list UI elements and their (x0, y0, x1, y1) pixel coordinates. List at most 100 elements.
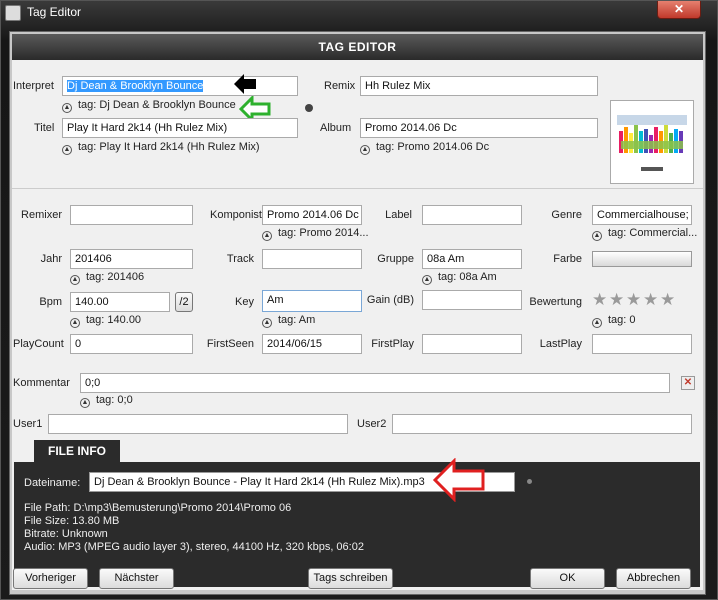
black-arrow-icon (234, 74, 256, 94)
file-bitrate: Bitrate: Unknown (24, 528, 108, 540)
tag-panel: Interpret Dj Dean & Brooklyn Bounce ▲ tag… (12, 60, 703, 590)
key-tag: ▲ tag: Am (262, 314, 316, 328)
bpm-half-button[interactable]: /2 (175, 292, 193, 312)
album-cover-image[interactable] (610, 100, 694, 184)
kommentar-input[interactable]: 0;0 (80, 373, 670, 393)
komponist-label: Komponist (210, 209, 262, 221)
up-arrow-icon[interactable]: ▲ (592, 231, 602, 241)
key-label: Key (235, 296, 254, 308)
previous-button[interactable]: Vorheriger (13, 568, 88, 589)
komponist-input[interactable]: Promo 2014.06 Dc (262, 205, 362, 225)
window-title: Tag Editor (27, 5, 82, 19)
user2-input[interactable] (392, 414, 692, 434)
up-arrow-icon[interactable]: ▲ (360, 145, 370, 155)
rating-stars[interactable]: ★ ★ ★ ★ ★ (592, 291, 682, 309)
tag-editor-window: Tag Editor ✕ TAG EDITOR Interpret Dj Dea… (0, 0, 718, 600)
titel-input[interactable]: Play It Hard 2k14 (Hh Rulez Mix) (62, 118, 298, 138)
bpm-label: Bpm (39, 296, 62, 308)
titel-tag: ▲ tag: Play It Hard 2k14 (Hh Rulez Mix) (62, 141, 260, 155)
playcount-input[interactable]: 0 (70, 334, 193, 354)
up-arrow-icon[interactable]: ▲ (62, 145, 72, 155)
titel-label: Titel (34, 122, 55, 134)
remixer-input[interactable] (70, 205, 193, 225)
firstplay-input[interactable] (422, 334, 522, 354)
window-close-button[interactable]: ✕ (657, 1, 701, 19)
track-label: Track (226, 253, 254, 265)
bewertung-label: Bewertung (529, 296, 582, 308)
client-area: TAG EDITOR Interpret Dj Dean & Brooklyn … (9, 31, 706, 595)
status-dot (527, 479, 532, 484)
album-tag: ▲ tag: Promo 2014.06 Dc (360, 141, 490, 155)
interpret-input[interactable]: Dj Dean & Brooklyn Bounce (62, 76, 298, 96)
app-icon (5, 5, 21, 21)
page-title: TAG EDITOR (12, 34, 703, 60)
remix-label: Remix (324, 80, 356, 92)
file-path: File Path: D:\mp3\Bemusterung\Promo 2014… (24, 502, 292, 514)
gain-input[interactable] (422, 290, 522, 310)
cancel-button[interactable]: Abbrechen (616, 568, 691, 589)
write-tags-button[interactable]: Tags schreiben (308, 568, 393, 589)
album-input[interactable]: Promo 2014.06 Dc (360, 118, 598, 138)
gruppe-tag: ▲ tag: 08a Am (422, 271, 497, 285)
star-icon[interactable]: ★ (609, 291, 624, 308)
up-arrow-icon[interactable]: ▲ (62, 103, 72, 113)
jahr-input[interactable]: 201406 (70, 249, 193, 269)
next-button[interactable]: Nächster (99, 568, 174, 589)
jahr-label: Jahr (40, 253, 62, 265)
status-dot (305, 104, 313, 112)
interpret-label: Interpret (13, 80, 54, 92)
up-arrow-icon[interactable]: ▲ (70, 318, 80, 328)
up-arrow-icon[interactable]: ▲ (592, 318, 602, 328)
jahr-tag: ▲ tag: 201406 (70, 271, 145, 285)
genre-input[interactable]: Commercialhouse; C (592, 205, 692, 225)
firstseen-label: FirstSeen (206, 338, 254, 350)
color-picker[interactable] (592, 251, 692, 267)
up-arrow-icon[interactable]: ▲ (262, 318, 272, 328)
lastplay-label: LastPlay (539, 338, 582, 350)
komponist-tag: ▲ tag: Promo 2014.... (262, 227, 368, 241)
remixer-label: Remixer (21, 209, 62, 221)
gruppe-label: Gruppe (377, 253, 414, 265)
key-input[interactable]: Am (262, 290, 362, 312)
up-arrow-icon[interactable]: ▲ (70, 275, 80, 285)
section-divider (12, 188, 703, 189)
ok-button[interactable]: OK (530, 568, 605, 589)
playcount-label: PlayCount (13, 338, 64, 350)
farbe-label: Farbe (553, 253, 582, 265)
user1-input[interactable] (48, 414, 348, 434)
star-icon[interactable]: ★ (626, 291, 641, 308)
firstseen-input[interactable]: 2014/06/15 (262, 334, 362, 354)
label-input[interactable] (422, 205, 522, 225)
genre-tag: ▲ tag: Commercial... (592, 227, 698, 241)
genre-label: Genre (551, 209, 582, 221)
bpm-tag: ▲ tag: 140.00 (70, 314, 142, 328)
user1-label: User1 (13, 418, 43, 430)
track-input[interactable] (262, 249, 362, 269)
gruppe-input[interactable]: 08a Am (422, 249, 522, 269)
star-icon[interactable]: ★ (643, 291, 658, 308)
album-label: Album (320, 122, 352, 134)
up-arrow-icon[interactable]: ▲ (262, 231, 272, 241)
clear-comment-button[interactable]: ✕ (681, 376, 695, 390)
up-arrow-icon[interactable]: ▲ (80, 398, 90, 408)
file-audio: Audio: MP3 (MPEG audio layer 3), stereo,… (24, 541, 364, 553)
file-size: File Size: 13.80 MB (24, 515, 120, 527)
kommentar-label: Kommentar (13, 377, 70, 389)
tab-file-info[interactable]: FILE INFO (34, 440, 120, 462)
label-label: Label (385, 209, 412, 221)
red-arrow-icon (432, 458, 485, 502)
kommentar-tag: ▲ tag: 0;0 (80, 394, 133, 408)
firstplay-label: FirstPlay (371, 338, 414, 350)
user2-label: User2 (357, 418, 387, 430)
dateiname-label: Dateiname: (24, 477, 81, 489)
up-arrow-icon[interactable]: ▲ (422, 275, 432, 285)
album-cover-graphic (611, 101, 693, 183)
lastplay-input[interactable] (592, 334, 692, 354)
gain-label: Gain (dB) (366, 294, 414, 306)
star-icon[interactable]: ★ (592, 291, 607, 308)
star-icon[interactable]: ★ (660, 291, 675, 308)
bewertung-tag: ▲ tag: 0 (592, 314, 636, 328)
title-bar: Tag Editor ✕ (1, 1, 717, 25)
bpm-input[interactable]: 140.00 (70, 292, 170, 312)
remix-input[interactable]: Hh Rulez Mix (360, 76, 598, 96)
